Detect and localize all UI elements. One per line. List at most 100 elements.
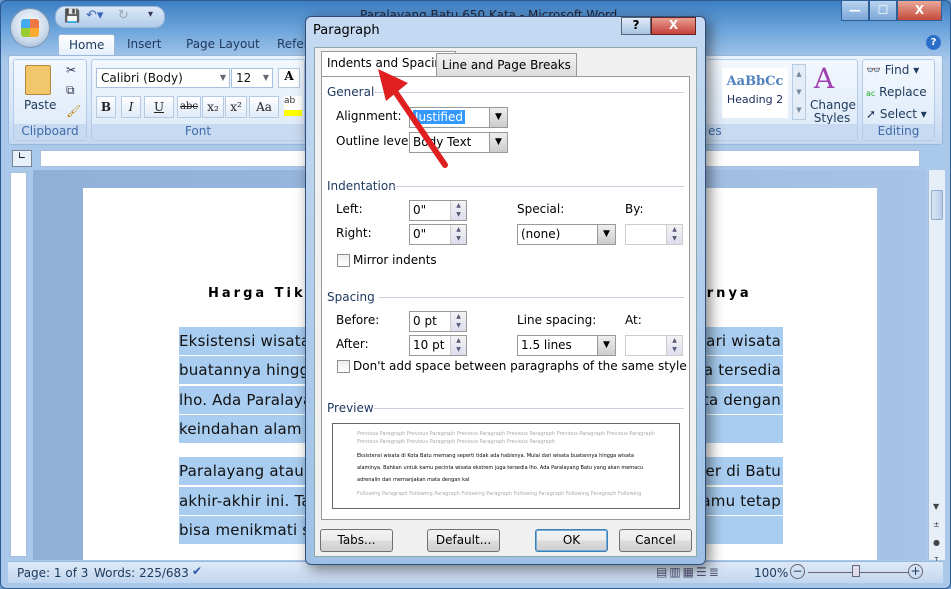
dropdown-arrow-icon: ▼ <box>597 225 615 244</box>
dont-add-space-checkbox[interactable] <box>337 360 350 373</box>
indentation-heading: Indentation <box>327 179 396 193</box>
maximize-button[interactable]: ☐ <box>869 0 897 21</box>
customize-qat-icon[interactable]: ▾ <box>148 9 153 20</box>
preview-heading: Preview <box>327 401 374 415</box>
styles-label: es <box>706 124 857 140</box>
vertical-scrollbar[interactable]: ▼±●↧ <box>928 170 945 565</box>
spinner-icon[interactable]: ▲ ▼ <box>450 336 466 355</box>
vertical-ruler[interactable] <box>10 172 27 557</box>
ok-button[interactable]: OK <box>535 529 608 552</box>
dont-add-space-label: Don't add space between paragraphs of th… <box>353 359 687 373</box>
clipboard-label: Clipboard <box>14 124 86 140</box>
styles-scroll[interactable]: ▲ ▼ ▼ <box>792 64 806 120</box>
bold-button[interactable]: B <box>96 96 116 118</box>
zoom-level[interactable]: 100% <box>754 566 788 580</box>
undo-icon[interactable]: ↶▾ <box>86 8 103 23</box>
font-label: Font <box>92 124 304 140</box>
office-button[interactable] <box>10 8 50 48</box>
scroll-thumb[interactable] <box>931 190 943 220</box>
tab-insert[interactable]: Insert <box>117 34 171 56</box>
find-label: Find <box>884 63 910 77</box>
line-spacing-select[interactable]: 1.5 lines ▼ <box>517 335 616 356</box>
line-text-right: ga tersedia <box>694 361 781 379</box>
replace-label: Replace <box>879 85 927 99</box>
redo-icon[interactable]: ↻ <box>118 8 129 23</box>
cancel-button[interactable]: Cancel <box>619 529 692 552</box>
cut-icon[interactable]: ✂ <box>66 63 76 77</box>
default-button[interactable]: Default... <box>427 529 500 552</box>
mirror-indents-checkbox[interactable] <box>337 254 350 267</box>
font-size-combo[interactable]: 12 ▼ <box>231 68 273 88</box>
close-button[interactable]: X <box>897 0 942 21</box>
subscript-button[interactable]: x₂ <box>202 96 224 118</box>
font-name-combo[interactable]: Calibri (Body) ▼ <box>96 68 230 88</box>
zoom-slider-thumb[interactable] <box>852 565 860 577</box>
left-indent-value: 0" <box>413 203 427 217</box>
spinner-icon[interactable]: ▲ ▼ <box>450 201 466 220</box>
spinner-icon[interactable]: ▲ ▼ <box>666 336 682 355</box>
tabs-button[interactable]: Tabs... <box>320 529 393 552</box>
line-text-right: kamu tetap <box>692 492 781 510</box>
dropdown-arrow-icon: ▼ <box>597 336 615 355</box>
tab-page-layout[interactable]: Page Layout <box>176 34 270 56</box>
paste-button[interactable]: Paste <box>24 98 56 112</box>
proofing-icon[interactable]: ✔ <box>192 564 202 578</box>
font-name-value: Calibri (Body) <box>101 71 183 85</box>
before-input[interactable]: 0 pt ▲ ▼ <box>409 311 467 332</box>
replace-button[interactable]: ac Replace <box>866 85 927 99</box>
line-text-left: akhir-akhir ini. Tap <box>179 492 321 510</box>
find-button[interactable]: 👓 Find ▾ <box>866 63 919 77</box>
editing-label: Editing <box>863 124 934 140</box>
tab-selector[interactable]: ∟ <box>12 150 32 167</box>
style-name: Heading 2 <box>726 93 784 106</box>
browse-buttons[interactable]: ▼±●↧ <box>933 498 940 570</box>
change-styles-icon: A <box>814 62 835 95</box>
before-label: Before: <box>336 313 380 327</box>
spinner-icon[interactable]: ▲ ▼ <box>666 225 682 244</box>
zoom-out-button[interactable]: − <box>790 564 805 579</box>
at-input[interactable]: ▲ ▼ <box>625 335 683 356</box>
change-styles-button[interactable]: Change Styles <box>810 99 856 125</box>
minimize-button[interactable]: — <box>841 0 869 21</box>
after-label: After: <box>336 337 369 351</box>
style-heading-2[interactable]: AaBbCc Heading 2 <box>722 68 788 118</box>
spinner-icon[interactable]: ▲ ▼ <box>450 312 466 331</box>
save-icon[interactable]: 💾 <box>64 9 80 24</box>
left-indent-input[interactable]: 0" ▲ ▼ <box>409 200 467 221</box>
view-buttons[interactable]: ▤▥▦☰≣ <box>656 565 721 579</box>
red-arrow-annotation <box>378 69 448 168</box>
superscript-button[interactable]: x² <box>225 96 247 118</box>
style-sample: AaBbCc <box>726 74 784 89</box>
change-case-button[interactable]: Aa <box>249 96 279 118</box>
office-logo-icon <box>21 19 39 37</box>
word-count[interactable]: Words: 225/683 <box>94 566 189 580</box>
dropdown-arrow-icon: ▼ <box>489 133 507 152</box>
after-input[interactable]: 10 pt ▲ ▼ <box>409 335 467 356</box>
clipboard-group: Paste ✂ ⧉ 🖌 Clipboard <box>13 59 87 141</box>
styles-group: AaBbCc Heading 2 ▲ ▼ ▼ A Change Styles es <box>706 59 858 141</box>
special-select[interactable]: (none) ▼ <box>517 224 616 245</box>
line-spacing-value: 1.5 lines <box>521 338 572 352</box>
replace-icon: ac <box>866 89 876 98</box>
dialog-close-button[interactable]: X <box>651 17 696 35</box>
format-painter-icon[interactable]: 🖌 <box>66 104 81 118</box>
by-input[interactable]: ▲ ▼ <box>625 224 683 245</box>
binoculars-icon: 👓 <box>866 63 881 77</box>
grow-font-icon[interactable]: A <box>278 68 300 88</box>
tab-home[interactable]: Home <box>58 34 116 56</box>
help-icon[interactable]: ? <box>926 35 941 50</box>
highlight-icon[interactable]: ab <box>284 96 302 116</box>
line-text-left: lho. Ada Paralayan <box>179 391 323 409</box>
select-button[interactable]: ➚ Select ▾ <box>866 107 927 121</box>
copy-icon[interactable]: ⧉ <box>66 83 75 98</box>
zoom-in-button[interactable]: + <box>908 564 923 579</box>
italic-button[interactable]: I <box>121 96 141 118</box>
page-count[interactable]: Page: 1 of 3 <box>17 566 88 580</box>
right-indent-input[interactable]: 0" ▲ ▼ <box>409 224 467 245</box>
dialog-help-button[interactable]: ? <box>621 17 651 35</box>
spinner-icon[interactable]: ▲ ▼ <box>450 225 466 244</box>
line-spacing-label: Line spacing: <box>517 313 597 327</box>
strikethrough-button[interactable]: abc <box>177 96 201 118</box>
underline-button[interactable]: U <box>144 96 174 118</box>
line-text-left: keindahan alam di <box>179 420 321 438</box>
